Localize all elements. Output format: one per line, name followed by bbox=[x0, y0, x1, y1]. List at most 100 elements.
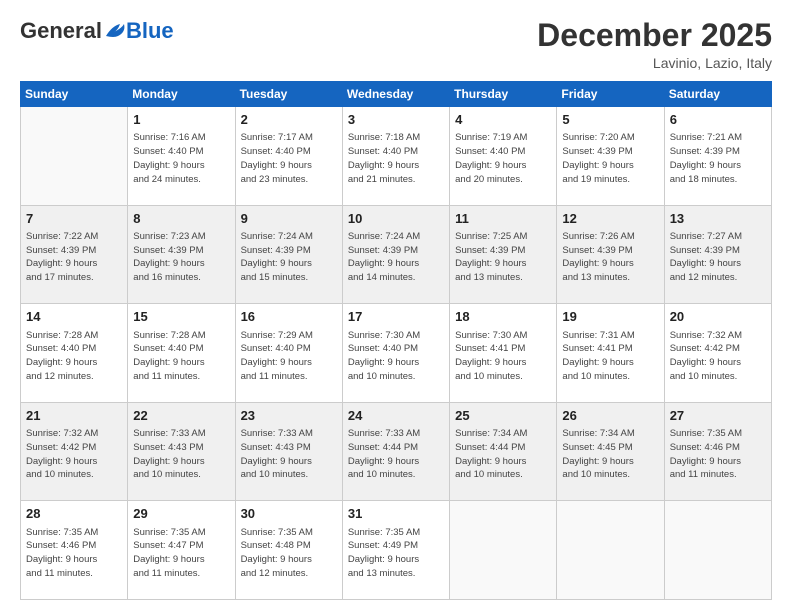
day-number: 4 bbox=[455, 111, 551, 129]
day-info: Sunrise: 7:19 AM Sunset: 4:40 PM Dayligh… bbox=[455, 131, 551, 186]
col-sunday: Sunday bbox=[21, 82, 128, 107]
day-number: 18 bbox=[455, 308, 551, 326]
table-row: 28Sunrise: 7:35 AM Sunset: 4:46 PM Dayli… bbox=[21, 501, 128, 600]
day-info: Sunrise: 7:24 AM Sunset: 4:39 PM Dayligh… bbox=[348, 230, 444, 285]
table-row: 10 Sunrise: 7:24 AM Sunset: 4:39 PM Dayli… bbox=[342, 205, 449, 304]
table-row: 4 Sunrise: 7:19 AM Sunset: 4:40 PM Daylig… bbox=[450, 107, 557, 206]
day-info: Sunrise: 7:30 AM Sunset: 4:40 PM Dayligh… bbox=[348, 329, 444, 384]
table-row: 13Sunrise: 7:27 AM Sunset: 4:39 PM Dayli… bbox=[664, 205, 771, 304]
day-number: 27 bbox=[670, 407, 766, 425]
calendar-header-row: Sunday Monday Tuesday Wednesday Thursday… bbox=[21, 82, 772, 107]
table-row bbox=[664, 501, 771, 600]
day-info: Sunrise: 7:33 AM Sunset: 4:44 PM Dayligh… bbox=[348, 427, 444, 482]
day-number: 16 bbox=[241, 308, 337, 326]
day-info: Sunrise: 7:33 AM Sunset: 4:43 PM Dayligh… bbox=[241, 427, 337, 482]
table-row: 11Sunrise: 7:25 AM Sunset: 4:39 PM Dayli… bbox=[450, 205, 557, 304]
day-info: Sunrise: 7:16 AM Sunset: 4:40 PM Dayligh… bbox=[133, 131, 229, 186]
col-friday: Friday bbox=[557, 82, 664, 107]
day-number: 7 bbox=[26, 210, 122, 228]
day-info: Sunrise: 7:22 AM Sunset: 4:39 PM Dayligh… bbox=[26, 230, 122, 285]
day-info: Sunrise: 7:35 AM Sunset: 4:47 PM Dayligh… bbox=[133, 526, 229, 581]
day-info: Sunrise: 7:34 AM Sunset: 4:45 PM Dayligh… bbox=[562, 427, 658, 482]
calendar-week-row: 21 Sunrise: 7:32 AM Sunset: 4:42 PM Dayli… bbox=[21, 402, 772, 501]
logo-bird-icon bbox=[104, 22, 126, 40]
day-info: Sunrise: 7:21 AM Sunset: 4:39 PM Dayligh… bbox=[670, 131, 766, 186]
logo: General Blue bbox=[20, 18, 174, 44]
day-number: 30 bbox=[241, 505, 337, 523]
day-number: 20 bbox=[670, 308, 766, 326]
table-row: 20 Sunrise: 7:32 AM Sunset: 4:42 PM Dayli… bbox=[664, 304, 771, 403]
table-row bbox=[21, 107, 128, 206]
day-number: 8 bbox=[133, 210, 229, 228]
day-info: Sunrise: 7:34 AM Sunset: 4:44 PM Dayligh… bbox=[455, 427, 551, 482]
day-info: Sunrise: 7:32 AM Sunset: 4:42 PM Dayligh… bbox=[26, 427, 122, 482]
table-row: 12 Sunrise: 7:26 AM Sunset: 4:39 PM Dayli… bbox=[557, 205, 664, 304]
day-info: Sunrise: 7:33 AM Sunset: 4:43 PM Dayligh… bbox=[133, 427, 229, 482]
day-info: Sunrise: 7:35 AM Sunset: 4:46 PM Dayligh… bbox=[670, 427, 766, 482]
table-row: 25 Sunrise: 7:34 AM Sunset: 4:44 PM Dayli… bbox=[450, 402, 557, 501]
table-row: 9Sunrise: 7:24 AM Sunset: 4:39 PM Daylig… bbox=[235, 205, 342, 304]
day-info: Sunrise: 7:29 AM Sunset: 4:40 PM Dayligh… bbox=[241, 329, 337, 384]
day-number: 19 bbox=[562, 308, 658, 326]
table-row: 24 Sunrise: 7:33 AM Sunset: 4:44 PM Dayli… bbox=[342, 402, 449, 501]
table-row: 14 Sunrise: 7:28 AM Sunset: 4:40 PM Dayli… bbox=[21, 304, 128, 403]
table-row: 23 Sunrise: 7:33 AM Sunset: 4:43 PM Dayli… bbox=[235, 402, 342, 501]
day-number: 3 bbox=[348, 111, 444, 129]
day-info: Sunrise: 7:35 AM Sunset: 4:46 PM Dayligh… bbox=[26, 526, 122, 581]
calendar-week-row: 28Sunrise: 7:35 AM Sunset: 4:46 PM Dayli… bbox=[21, 501, 772, 600]
day-info: Sunrise: 7:28 AM Sunset: 4:40 PM Dayligh… bbox=[26, 329, 122, 384]
table-row: 3 Sunrise: 7:18 AM Sunset: 4:40 PM Daylig… bbox=[342, 107, 449, 206]
table-row: 30 Sunrise: 7:35 AM Sunset: 4:48 PM Dayli… bbox=[235, 501, 342, 600]
table-row bbox=[557, 501, 664, 600]
col-thursday: Thursday bbox=[450, 82, 557, 107]
day-number: 12 bbox=[562, 210, 658, 228]
calendar-table: Sunday Monday Tuesday Wednesday Thursday… bbox=[20, 81, 772, 600]
day-info: Sunrise: 7:17 AM Sunset: 4:40 PM Dayligh… bbox=[241, 131, 337, 186]
logo-blue: Blue bbox=[126, 18, 174, 44]
table-row: 2Sunrise: 7:17 AM Sunset: 4:40 PM Daylig… bbox=[235, 107, 342, 206]
col-saturday: Saturday bbox=[664, 82, 771, 107]
day-number: 6 bbox=[670, 111, 766, 129]
table-row: 15Sunrise: 7:28 AM Sunset: 4:40 PM Dayli… bbox=[128, 304, 235, 403]
col-wednesday: Wednesday bbox=[342, 82, 449, 107]
day-info: Sunrise: 7:30 AM Sunset: 4:41 PM Dayligh… bbox=[455, 329, 551, 384]
day-number: 24 bbox=[348, 407, 444, 425]
table-row: 26 Sunrise: 7:34 AM Sunset: 4:45 PM Dayli… bbox=[557, 402, 664, 501]
day-number: 21 bbox=[26, 407, 122, 425]
col-monday: Monday bbox=[128, 82, 235, 107]
table-row: 27 Sunrise: 7:35 AM Sunset: 4:46 PM Dayli… bbox=[664, 402, 771, 501]
logo-general: General bbox=[20, 18, 102, 44]
day-number: 29 bbox=[133, 505, 229, 523]
page: General Blue December 2025 Lavinio, Lazi… bbox=[0, 0, 792, 612]
day-number: 26 bbox=[562, 407, 658, 425]
day-number: 25 bbox=[455, 407, 551, 425]
day-info: Sunrise: 7:20 AM Sunset: 4:39 PM Dayligh… bbox=[562, 131, 658, 186]
day-number: 13 bbox=[670, 210, 766, 228]
day-info: Sunrise: 7:32 AM Sunset: 4:42 PM Dayligh… bbox=[670, 329, 766, 384]
table-row: 29 Sunrise: 7:35 AM Sunset: 4:47 PM Dayli… bbox=[128, 501, 235, 600]
table-row: 17Sunrise: 7:30 AM Sunset: 4:40 PM Dayli… bbox=[342, 304, 449, 403]
location: Lavinio, Lazio, Italy bbox=[537, 55, 772, 71]
title-block: December 2025 Lavinio, Lazio, Italy bbox=[537, 18, 772, 71]
day-info: Sunrise: 7:26 AM Sunset: 4:39 PM Dayligh… bbox=[562, 230, 658, 285]
month-title: December 2025 bbox=[537, 18, 772, 53]
day-info: Sunrise: 7:31 AM Sunset: 4:41 PM Dayligh… bbox=[562, 329, 658, 384]
calendar-week-row: 14 Sunrise: 7:28 AM Sunset: 4:40 PM Dayli… bbox=[21, 304, 772, 403]
table-row: 16 Sunrise: 7:29 AM Sunset: 4:40 PM Dayli… bbox=[235, 304, 342, 403]
day-info: Sunrise: 7:23 AM Sunset: 4:39 PM Dayligh… bbox=[133, 230, 229, 285]
table-row: 6 Sunrise: 7:21 AM Sunset: 4:39 PM Daylig… bbox=[664, 107, 771, 206]
day-info: Sunrise: 7:35 AM Sunset: 4:48 PM Dayligh… bbox=[241, 526, 337, 581]
calendar-week-row: 7 Sunrise: 7:22 AM Sunset: 4:39 PM Daylig… bbox=[21, 205, 772, 304]
day-number: 14 bbox=[26, 308, 122, 326]
table-row: 22Sunrise: 7:33 AM Sunset: 4:43 PM Dayli… bbox=[128, 402, 235, 501]
day-number: 11 bbox=[455, 210, 551, 228]
day-number: 23 bbox=[241, 407, 337, 425]
header: General Blue December 2025 Lavinio, Lazi… bbox=[20, 18, 772, 71]
table-row: 7 Sunrise: 7:22 AM Sunset: 4:39 PM Daylig… bbox=[21, 205, 128, 304]
day-number: 1 bbox=[133, 111, 229, 129]
table-row: 31Sunrise: 7:35 AM Sunset: 4:49 PM Dayli… bbox=[342, 501, 449, 600]
day-number: 10 bbox=[348, 210, 444, 228]
table-row: 1 Sunrise: 7:16 AM Sunset: 4:40 PM Daylig… bbox=[128, 107, 235, 206]
day-info: Sunrise: 7:24 AM Sunset: 4:39 PM Dayligh… bbox=[241, 230, 337, 285]
day-info: Sunrise: 7:18 AM Sunset: 4:40 PM Dayligh… bbox=[348, 131, 444, 186]
